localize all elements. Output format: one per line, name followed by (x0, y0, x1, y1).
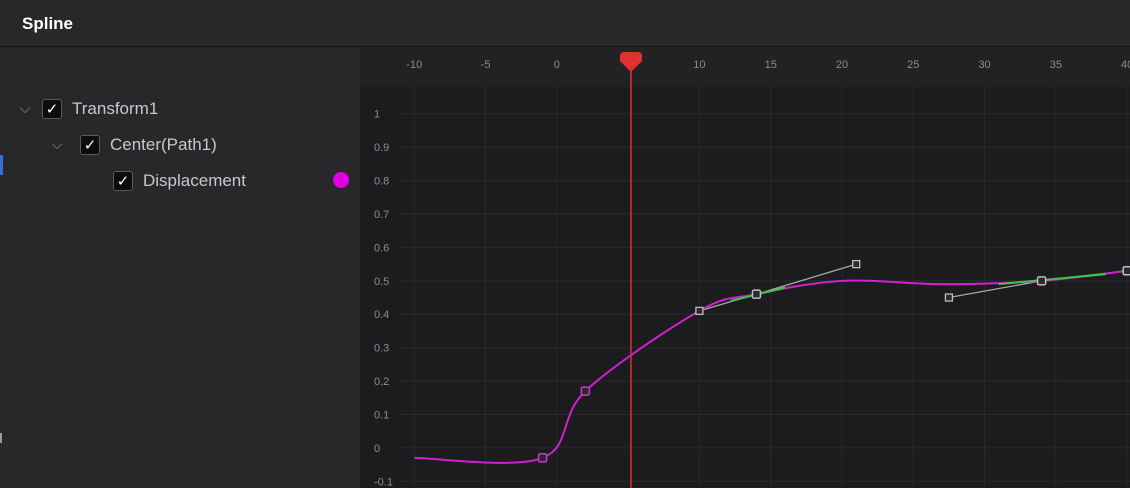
check-icon: ✓ (83, 135, 97, 154)
x-axis-ruler[interactable] (360, 47, 1130, 87)
y-tick-label: 0.1 (374, 409, 389, 421)
tree-item-displacement[interactable]: ✓ Displacement (113, 167, 246, 195)
x-tick-label: 30 (978, 59, 990, 71)
y-tick-label: 0.6 (374, 242, 389, 254)
x-tick-label: 0 (554, 59, 560, 71)
y-tick-label: -0.1 (374, 476, 393, 488)
y-tick-label: 0.2 (374, 376, 389, 388)
x-tick-label: 20 (836, 59, 848, 71)
y-tick-label: 0.8 (374, 176, 389, 188)
y-tick-label: 0.4 (374, 309, 389, 321)
check-icon: ✓ (45, 99, 59, 118)
y-tick-label: 0.3 (374, 343, 389, 355)
x-tick-label: -5 (481, 59, 491, 71)
chevron-down-icon[interactable]: ⌵ (46, 137, 68, 153)
y-tick-label: 0.5 (374, 276, 389, 288)
x-tick-label: 35 (1050, 59, 1062, 71)
keyframe-point[interactable] (580, 386, 591, 396)
panel-edge-marker (0, 155, 3, 175)
tree-item-center-path1[interactable]: ⌵ ✓ Center(Path1) (46, 131, 217, 159)
tree-item-label: Center(Path1) (110, 135, 217, 154)
center-path1-checkbox[interactable]: ✓ (80, 135, 100, 155)
x-tick-label: 10 (693, 59, 705, 71)
tree-item-transform1[interactable]: ⌵ ✓ Transform1 (14, 95, 158, 123)
tangent-handle-point[interactable] (695, 306, 704, 316)
x-tick-label: 40 (1121, 59, 1130, 71)
keyframe-point[interactable] (1036, 276, 1047, 286)
y-tick-label: 1 (374, 109, 380, 121)
x-tick-label: 25 (907, 59, 919, 71)
check-icon: ✓ (116, 171, 130, 190)
chevron-down-icon[interactable]: ⌵ (14, 101, 36, 117)
y-tick-label: 0 (374, 443, 380, 455)
y-tick-label: 0.9 (374, 142, 389, 154)
tangent-handle-point[interactable] (852, 259, 861, 269)
graph-background (360, 47, 1130, 488)
tree-item-label: Transform1 (72, 99, 159, 118)
tangent-handle-point[interactable] (944, 293, 954, 302)
x-tick-label: 15 (765, 59, 777, 71)
tree-item-label: Displacement (143, 171, 246, 190)
keyframe-point[interactable] (537, 453, 548, 463)
y-tick-label: 0.7 (374, 209, 389, 221)
x-tick-label: -10 (406, 59, 422, 71)
displacement-checkbox[interactable]: ✓ (113, 171, 133, 191)
panel-edge-marker (0, 433, 2, 443)
keyframe-point[interactable] (751, 289, 762, 299)
spline-tree-panel: ⌵ ✓ Transform1 ⌵ ✓ Center(Path1) ✓ Displ… (0, 47, 360, 488)
spline-graph[interactable]: -10 -5 0 10 15 20 25 30 35 40 1 0.9 0.8 0.7 0.6 0.5 0.4 0… (360, 47, 1130, 488)
panel-title: Spline (22, 14, 74, 33)
displacement-color-dot[interactable] (333, 172, 349, 188)
keyframe-point[interactable] (1122, 266, 1130, 276)
panel-titlebar: Spline (0, 0, 1130, 47)
transform1-checkbox[interactable]: ✓ (42, 99, 62, 119)
